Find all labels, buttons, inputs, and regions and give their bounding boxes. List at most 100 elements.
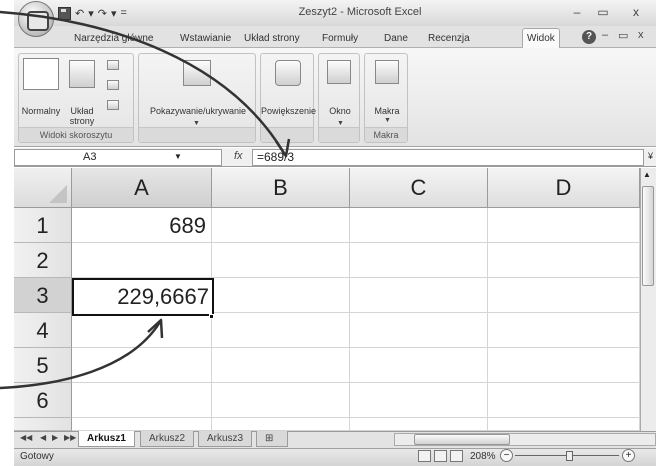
row-header-7[interactable] [14,418,72,431]
ribbon-close-button[interactable]: x [638,29,644,41]
column-header-b[interactable]: B [212,168,350,208]
expand-formula-icon[interactable]: ¥ [645,149,656,166]
cell-a1[interactable]: 689 [72,208,212,243]
row-header-6[interactable]: 6 [14,383,72,418]
insert-sheet-icon[interactable]: ⊞ [256,431,288,447]
cell-a4[interactable] [72,313,212,348]
row-header-5[interactable]: 5 [14,348,72,383]
vertical-scroll-thumb[interactable] [642,186,654,286]
normal-view-icon[interactable] [23,58,59,90]
page-layout-status-icon[interactable] [434,450,447,462]
help-icon[interactable]: ? [582,30,596,44]
cell-a7[interactable] [72,418,212,431]
tab-view[interactable]: Widok [522,28,560,49]
page-break-status-icon[interactable] [450,450,463,462]
row-header-1[interactable]: 1 [14,208,72,243]
scroll-up-icon[interactable]: ▲ [643,170,651,179]
cell-a6[interactable] [72,383,212,418]
page-layout-icon[interactable] [69,60,95,88]
sheet-tab-arkusz1[interactable]: Arkusz1 [78,431,135,447]
undo-dropdown-icon[interactable]: ▾ [88,7,94,20]
cell-c6[interactable] [350,383,488,418]
column-header-d[interactable]: D [488,168,640,208]
cell-c3[interactable] [350,278,488,313]
show-hide-label[interactable]: Pokazywanie/ukrywanie [139,106,257,117]
select-all-corner[interactable] [14,168,72,208]
ribbon-restore-button[interactable]: ▭ [618,29,628,42]
full-screen-icon[interactable] [107,100,119,110]
magnifier-icon[interactable] [275,60,301,86]
zoom-in-icon[interactable]: + [622,449,635,462]
tab-page-layout[interactable]: Układ strony [240,30,304,48]
cell-c1[interactable] [350,208,488,243]
zoom-label[interactable]: Powiększenie [261,106,316,117]
macros-button-label[interactable]: Makra [365,106,409,117]
cell-b3[interactable] [212,278,350,313]
row-header-3[interactable]: 3 [14,278,72,313]
insert-function-icon[interactable]: fx [234,150,243,162]
cell-c7[interactable] [350,418,488,431]
tab-review[interactable]: Recenzja [424,30,474,48]
cell-b5[interactable] [212,348,350,383]
zoom-level[interactable]: 208% [470,451,496,462]
row-header-2[interactable]: 2 [14,243,72,278]
cell-b2[interactable] [212,243,350,278]
cell-b6[interactable] [212,383,350,418]
cell-c4[interactable] [350,313,488,348]
redo-icon[interactable]: ↷ [98,7,107,20]
fill-handle[interactable] [209,314,214,319]
tab-insert[interactable]: Wstawianie [176,30,235,48]
macros-icon[interactable] [375,60,399,84]
normal-view-label[interactable]: Normalny [19,106,63,117]
normal-view-status-icon[interactable] [418,450,431,462]
cell-a2[interactable] [72,243,212,278]
cell-d6[interactable] [488,383,640,418]
cell-d5[interactable] [488,348,640,383]
sheet-tab-arkusz3[interactable]: Arkusz3 [198,431,253,447]
cell-d1[interactable] [488,208,640,243]
column-header-a[interactable]: A [72,168,212,208]
first-sheet-icon[interactable]: ◀◀ [20,433,32,442]
close-button[interactable]: x [625,4,647,20]
column-header-c[interactable]: C [350,168,488,208]
cell-d3[interactable] [488,278,640,313]
office-button[interactable] [18,1,54,37]
zoom-out-icon[interactable]: − [500,449,513,462]
name-box[interactable]: A3 [14,149,222,166]
tab-formulas[interactable]: Formuły [318,30,362,48]
cell-a5[interactable] [72,348,212,383]
formula-input[interactable]: =689/3 [252,149,644,166]
next-sheet-icon[interactable]: ▶ [52,433,58,442]
undo-icon[interactable]: ↶ [75,7,84,20]
cell-a3[interactable]: 229,6667 [72,278,214,316]
window-label[interactable]: Okno [319,106,361,117]
customize-qat-icon[interactable]: = [121,7,127,19]
horizontal-scroll-thumb[interactable] [414,434,510,445]
prev-sheet-icon[interactable]: ◀ [40,433,46,442]
window-icon[interactable] [327,60,351,84]
cell-c5[interactable] [350,348,488,383]
page-layout-label-2[interactable]: strony [65,116,99,127]
cell-d2[interactable] [488,243,640,278]
cell-b1[interactable] [212,208,350,243]
tab-data[interactable]: Dane [380,30,412,48]
cell-d4[interactable] [488,313,640,348]
sheet-tab-arkusz2[interactable]: Arkusz2 [140,431,195,447]
cell-d7[interactable] [488,418,640,431]
maximize-button[interactable]: ▭ [592,4,614,20]
redo-dropdown-icon[interactable]: ▾ [111,7,117,20]
cell-b4[interactable] [212,313,350,348]
tab-home[interactable]: Narzędzia główne [70,30,158,48]
cell-c2[interactable] [350,243,488,278]
zoom-slider-thumb[interactable] [566,451,573,461]
row-header-4[interactable]: 4 [14,313,72,348]
show-hide-icon[interactable] [183,60,211,86]
save-icon[interactable] [58,6,71,20]
cell-b7[interactable] [212,418,350,431]
ribbon-minimize-button[interactable]: – [602,29,608,41]
page-break-icon[interactable] [107,60,119,70]
name-box-dropdown-icon[interactable]: ▼ [174,152,182,161]
last-sheet-icon[interactable]: ▶▶ [64,433,76,442]
minimize-button[interactable]: – [566,4,588,20]
custom-views-icon[interactable] [107,80,119,90]
